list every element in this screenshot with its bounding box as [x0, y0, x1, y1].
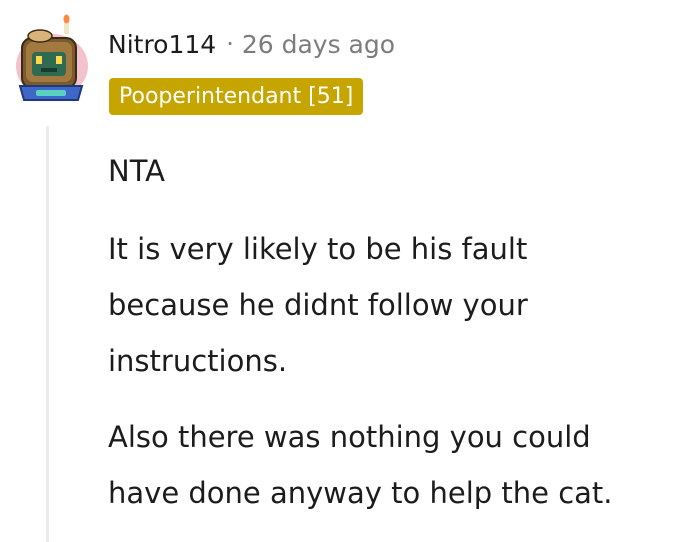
username-link[interactable]: Nitro114 — [108, 30, 216, 59]
comment-line: NTA — [108, 154, 165, 188]
comment-line: have done anyway to help the cat. — [108, 476, 613, 510]
comment-meta: Nitro114 · 26 days ago — [108, 26, 395, 62]
snoo-avatar-icon — [16, 14, 88, 101]
comment: Nitro114 · 26 days ago Pooperintendant [… — [0, 0, 700, 542]
thread-line[interactable] — [46, 126, 49, 542]
comment-paragraph: NTA — [108, 143, 693, 199]
comment-line: Also there was nothing you could — [108, 420, 591, 454]
timestamp-link[interactable]: 26 days ago — [242, 30, 395, 59]
user-avatar[interactable] — [12, 14, 92, 104]
meta-separator: · — [226, 30, 234, 58]
comment-paragraph: It is very likely to be his fault becaus… — [108, 221, 693, 389]
comment-line: because he didnt follow your — [108, 288, 528, 322]
comment-body: NTA It is very likely to be his fault be… — [108, 143, 693, 521]
comment-line: It is very likely to be his fault — [108, 232, 528, 266]
comment-line: instructions. — [108, 344, 288, 378]
comment-paragraph: Also there was nothing you could have do… — [108, 409, 693, 521]
user-flair-badge: Pooperintendant [51] — [109, 78, 364, 115]
